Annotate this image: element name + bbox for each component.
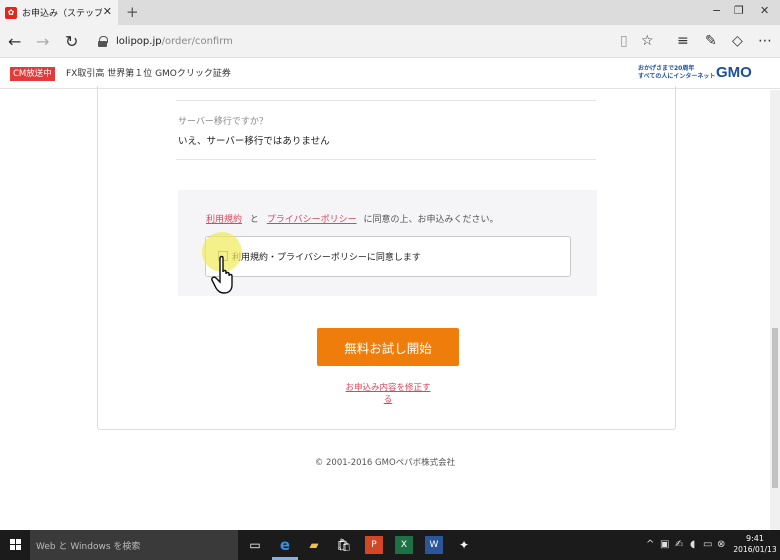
gmo-logo[interactable]: GMO (716, 64, 752, 81)
scroll-thumb[interactable] (772, 328, 778, 488)
favorite-star-icon[interactable]: ☆ (641, 33, 654, 49)
browser-navbar: ← → ↻ lolipop.jp /order/confirm ▯ ☆ ≡ ✎ … (0, 25, 780, 58)
tray-network-icon[interactable]: ▣ (660, 539, 669, 550)
tab-close-icon[interactable]: ✕ (103, 5, 112, 18)
app-icon[interactable]: ✦ (455, 536, 473, 554)
address-bar[interactable]: lolipop.jp /order/confirm (98, 31, 618, 51)
forward-arrow-icon[interactable]: → (36, 32, 49, 51)
store-icon[interactable]: 🛍 (335, 536, 353, 554)
hand-cursor-icon (211, 255, 233, 294)
server-answer: いえ、サーバー移行ではありません (178, 136, 330, 147)
agree-checkbox-row[interactable]: 利用規約・プライバシーポリシーに同意します (205, 236, 571, 277)
edge-browser-icon[interactable]: e (276, 536, 294, 554)
tray-volume-icon[interactable]: ◖ (690, 539, 695, 550)
new-tab-button[interactable]: + (126, 3, 139, 21)
reading-view-icon[interactable]: ▯ (620, 33, 628, 49)
lock-icon (98, 35, 108, 47)
tray-chevron-icon[interactable]: ^ (646, 539, 654, 550)
address-path: /order/confirm (161, 35, 233, 47)
word-icon[interactable]: W (425, 536, 443, 554)
browser-tab[interactable]: ✿ お申込み（ステップ４） ✕ (0, 0, 118, 25)
taskbar-clock[interactable]: 9:41 2016/01/13 (732, 533, 778, 555)
divider (176, 100, 596, 101)
taskbar-search[interactable]: Web と Windows を検索 (30, 530, 238, 560)
copyright: © 2001-2016 GMOペパボ株式会社 (314, 458, 456, 468)
tray-battery-icon[interactable]: ▭ (703, 539, 712, 550)
gmo-group-bar: CM放送中 FX取引高 世界第１位 GMOクリック証券 おかげさまで20周年 す… (0, 59, 780, 89)
address-host: lolipop.jp (116, 35, 162, 47)
clock-time: 9:41 (746, 534, 764, 543)
taskbar-search-placeholder: Web と Windows を検索 (36, 541, 141, 552)
gmo-ad-link[interactable]: FX取引高 世界第１位 GMOクリック証券 (66, 67, 231, 81)
restore-button[interactable]: ❐ (734, 4, 744, 17)
minimize-button[interactable]: − (712, 4, 721, 17)
tray-pen-icon[interactable]: ✍ (675, 539, 683, 550)
agree-checkbox-label[interactable]: 利用規約・プライバシーポリシーに同意します (232, 250, 421, 263)
hub-icon[interactable]: ≡ (677, 33, 689, 49)
tray-notification-icon[interactable]: ⊗ (717, 539, 725, 550)
web-note-icon[interactable]: ✎ (705, 33, 717, 49)
start-free-trial-button[interactable]: 無料お試し開始 (317, 328, 459, 366)
terms-link[interactable]: 利用規約 (206, 215, 242, 225)
gmo-tagline-line1: おかげさまで20周年 (638, 65, 695, 72)
agreement-text: 利用規約 と プライバシーポリシー に同意の上、お申込みください。 (206, 212, 499, 225)
page-content: サーバー移行ですか？ いえ、サーバー移行ではありません 利用規約 と プライバシ… (0, 86, 770, 530)
cm-badge[interactable]: CM放送中 (10, 67, 55, 81)
order-card: サーバー移行ですか？ いえ、サーバー移行ではありません 利用規約 と プライバシ… (97, 86, 676, 430)
privacy-link[interactable]: プライバシーポリシー (267, 215, 357, 225)
lolipop-favicon-icon: ✿ (5, 6, 17, 19)
gmo-tagline-line2: すべての人にインターネット (638, 73, 716, 80)
powerpoint-icon[interactable]: P (365, 536, 383, 554)
excel-icon[interactable]: X (395, 536, 413, 554)
agree-suffix: に同意の上、お申込みください。 (363, 215, 499, 225)
page-scrollbar[interactable] (770, 90, 780, 530)
window-close-button[interactable]: ✕ (760, 4, 769, 17)
windows-start-icon[interactable] (10, 539, 22, 551)
server-question: サーバー移行ですか？ (178, 117, 268, 127)
back-arrow-icon[interactable]: ← (8, 32, 21, 51)
edit-order-link[interactable]: お申込み内容を修正する (342, 381, 434, 405)
and-text: と (249, 215, 259, 225)
task-view-icon[interactable]: ▭ (246, 536, 264, 554)
gmo-tagline: おかげさまで20周年 すべての人にインターネット (638, 65, 715, 81)
file-explorer-icon[interactable]: ▰ (305, 536, 323, 554)
divider (176, 159, 596, 160)
clock-date: 2016/01/13 (733, 545, 777, 554)
refresh-icon[interactable]: ↻ (65, 32, 78, 51)
windows-taskbar: Web と Windows を検索 ▭ e ▰ 🛍 P X W ✦ ^ ▣ ✍ … (0, 530, 780, 560)
more-icon[interactable]: ⋯ (758, 33, 772, 49)
tab-title: お申込み（ステップ４） (22, 9, 102, 19)
browser-titlebar: ✿ お申込み（ステップ４） ✕ + − ❐ ✕ (0, 0, 780, 25)
share-icon[interactable]: ◇ (732, 33, 743, 49)
